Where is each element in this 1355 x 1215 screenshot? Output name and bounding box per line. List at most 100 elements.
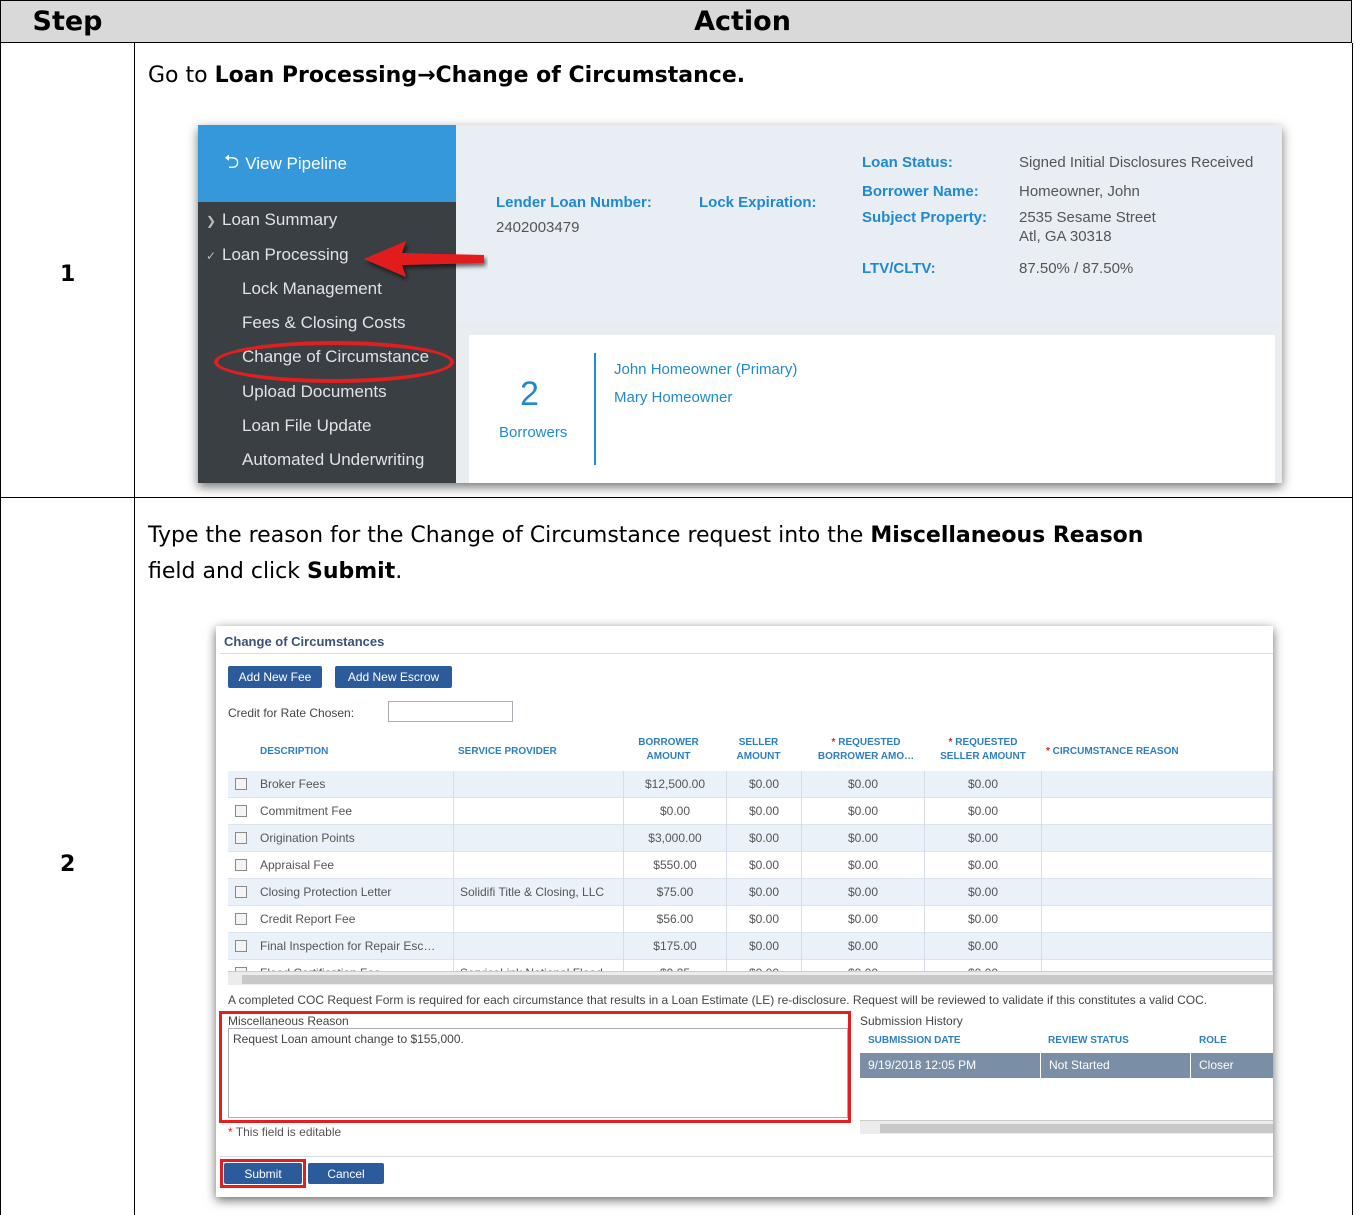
cell-req-seller[interactable]: $0.00 [925,852,1042,879]
fee-grid: Broker Fees $12,500.00 $0.00 $0.00 $0.00 Comm… [228,771,1273,971]
loan-status-label: Loan Status: [862,154,953,171]
cell-req-borrower[interactable]: $0.00 [802,825,925,852]
row-checkbox[interactable] [235,832,247,844]
cell-req-seller[interactable]: $0.00 [925,798,1042,825]
cell-req-seller[interactable]: $0.00 [925,825,1042,852]
sidebar-item-upload-documents[interactable]: Upload Documents [242,382,387,402]
sidebar-item-loan-processing[interactable]: ✓ Loan Processing [206,245,349,265]
cancel-button[interactable]: Cancel [308,1163,384,1184]
cell-req-borrower[interactable]: $0.00 [802,771,925,798]
col-requested-borrower[interactable]: * REQUESTED BORROWER AMO… [806,736,926,764]
sidebar-item-automated-underwriting[interactable]: Automated Underwriting [242,450,424,470]
col-description[interactable]: DESCRIPTION [260,745,328,759]
step-2-bold-a: Miscellaneous Reason [870,523,1144,548]
borrower-name: Homeowner, John [1019,183,1140,200]
row-checkbox[interactable] [235,778,247,790]
history-row[interactable]: 9/19/2018 12:05 PM Not Started Closer [860,1053,1273,1078]
cell-reason[interactable] [1042,771,1273,798]
cell-reason[interactable] [1042,960,1273,971]
cell-req-borrower[interactable]: $0.00 [802,879,925,906]
step-2-text-a: Type the reason for the Change of Circum… [148,523,871,548]
col-service-provider[interactable]: SERVICE PROVIDER [458,745,557,759]
col-requested-seller[interactable]: * REQUESTED SELLER AMOUNT [932,736,1034,764]
cell-req-borrower[interactable]: $0.00 [802,798,925,825]
borrower-link-secondary[interactable]: Mary Homeowner [614,389,732,406]
row-checkbox[interactable] [235,859,247,871]
row-checkbox[interactable] [235,940,247,952]
step-2-text-b: field and click [148,559,307,584]
table-row[interactable]: Broker Fees $12,500.00 $0.00 $0.00 $0.00 [228,771,1273,798]
step-2-instruction: Type the reason for the Change of Circum… [148,518,1143,590]
cell-borrower: $9.25 [624,960,727,971]
cell-reason[interactable] [1042,906,1273,933]
grid-scrollbar[interactable] [228,971,1273,985]
sidebar-item-loan-summary[interactable]: ❯ Loan Summary [206,210,337,230]
cell-seller: $0.00 [727,798,802,825]
cell-seller: $0.00 [727,960,802,971]
view-pipeline-button[interactable]: ⮌ View Pipeline [198,125,456,202]
col-submission-date[interactable]: SUBMISSION DATE [868,1034,961,1048]
cell-req-seller[interactable]: $0.00 [925,906,1042,933]
cell-req-seller[interactable]: $0.00 [925,933,1042,960]
cell-req-seller[interactable]: $0.00 [925,960,1042,971]
scrollbar-thumb[interactable] [242,975,1273,984]
subject-property-line2: Atl, GA 30318 [1019,228,1112,245]
cell-desc: Final Inspection for Repair Esc… [254,933,454,960]
table-divider [134,43,135,1215]
lender-loan-number-label: Lender Loan Number: [496,194,652,211]
sidebar-item-fees[interactable]: Fees & Closing Costs [242,313,405,333]
cell-desc: Flood Certification Fee [254,960,454,971]
col-review-status[interactable]: REVIEW STATUS [1048,1034,1129,1048]
loan-screenshot: ⮌ View Pipeline ❯ Loan Summary ✓ Loan Proc… [198,125,1282,483]
panel-title: Change of Circumstances [224,634,385,649]
subject-property-label: Subject Property: [862,209,988,226]
cell-req-borrower[interactable]: $0.00 [802,933,925,960]
col-role[interactable]: ROLE [1199,1034,1227,1048]
table-row[interactable]: Appraisal Fee $550.00 $0.00 $0.00 $0.00 [228,852,1273,879]
cell-desc: Broker Fees [254,771,454,798]
add-new-escrow-button[interactable]: Add New Escrow [335,666,452,688]
history-scrollbar[interactable] [860,1120,1273,1134]
cell-provider [454,771,624,798]
cell-provider [454,852,624,879]
cell-reason[interactable] [1042,879,1273,906]
table-row[interactable]: Commitment Fee $0.00 $0.00 $0.00 $0.00 [228,798,1273,825]
cell-provider [454,798,624,825]
cell-seller: $0.00 [727,771,802,798]
table-row[interactable]: Origination Points $3,000.00 $0.00 $0.00 $0.… [228,825,1273,852]
cell-reason[interactable] [1042,852,1273,879]
col-seller-amount[interactable]: SELLER AMOUNT [726,736,791,764]
col-label: AMOUNT [646,751,691,762]
step-1-bold: Loan Processing→Change of Circumstance. [214,63,746,88]
table-row[interactable]: Credit Report Fee $56.00 $0.00 $0.00 $0.00 [228,906,1273,933]
row-checkbox[interactable] [235,913,247,925]
table-row[interactable]: Final Inspection for Repair Esc… $175.00 $… [228,933,1273,960]
cell-req-borrower[interactable]: $0.00 [802,906,925,933]
credit-input[interactable] [388,701,513,722]
footer-divider [220,1156,1273,1157]
row-checkbox[interactable] [235,805,247,817]
highlight-box-submit [220,1159,306,1188]
cell-req-borrower[interactable]: $0.00 [802,852,925,879]
borrower-link-primary[interactable]: John Homeowner (Primary) [614,361,797,378]
coc-screenshot: Change of Circumstances Add New Fee Add … [216,626,1273,1197]
row-checkbox[interactable] [235,886,247,898]
cell-reason[interactable] [1042,933,1273,960]
col-label: SELLER AMOUNT [940,751,1026,762]
cell-req-seller[interactable]: $0.00 [925,771,1042,798]
table-row[interactable]: Closing Protection Letter Solidifi Title … [228,879,1273,906]
table-row[interactable]: Flood Certification FeeServiceLink Natio… [228,960,1273,971]
add-new-fee-button[interactable]: Add New Fee [228,666,322,688]
cell-req-borrower[interactable]: $0.00 [802,960,925,971]
col-circumstance-reason[interactable]: * CIRCUMSTANCE REASON [1046,745,1179,759]
col-borrower-amount[interactable]: BORROWER AMOUNT [626,736,711,764]
col-label: BORROWER [638,737,699,748]
submission-history-label: Submission History [860,1014,963,1028]
cell-reason[interactable] [1042,825,1273,852]
scrollbar-thumb[interactable] [880,1124,1273,1133]
sidebar-item-loan-file-update[interactable]: Loan File Update [242,416,371,436]
cell-seller: $0.00 [727,933,802,960]
cell-req-seller[interactable]: $0.00 [925,879,1042,906]
cell-desc: Commitment Fee [254,798,454,825]
cell-reason[interactable] [1042,798,1273,825]
